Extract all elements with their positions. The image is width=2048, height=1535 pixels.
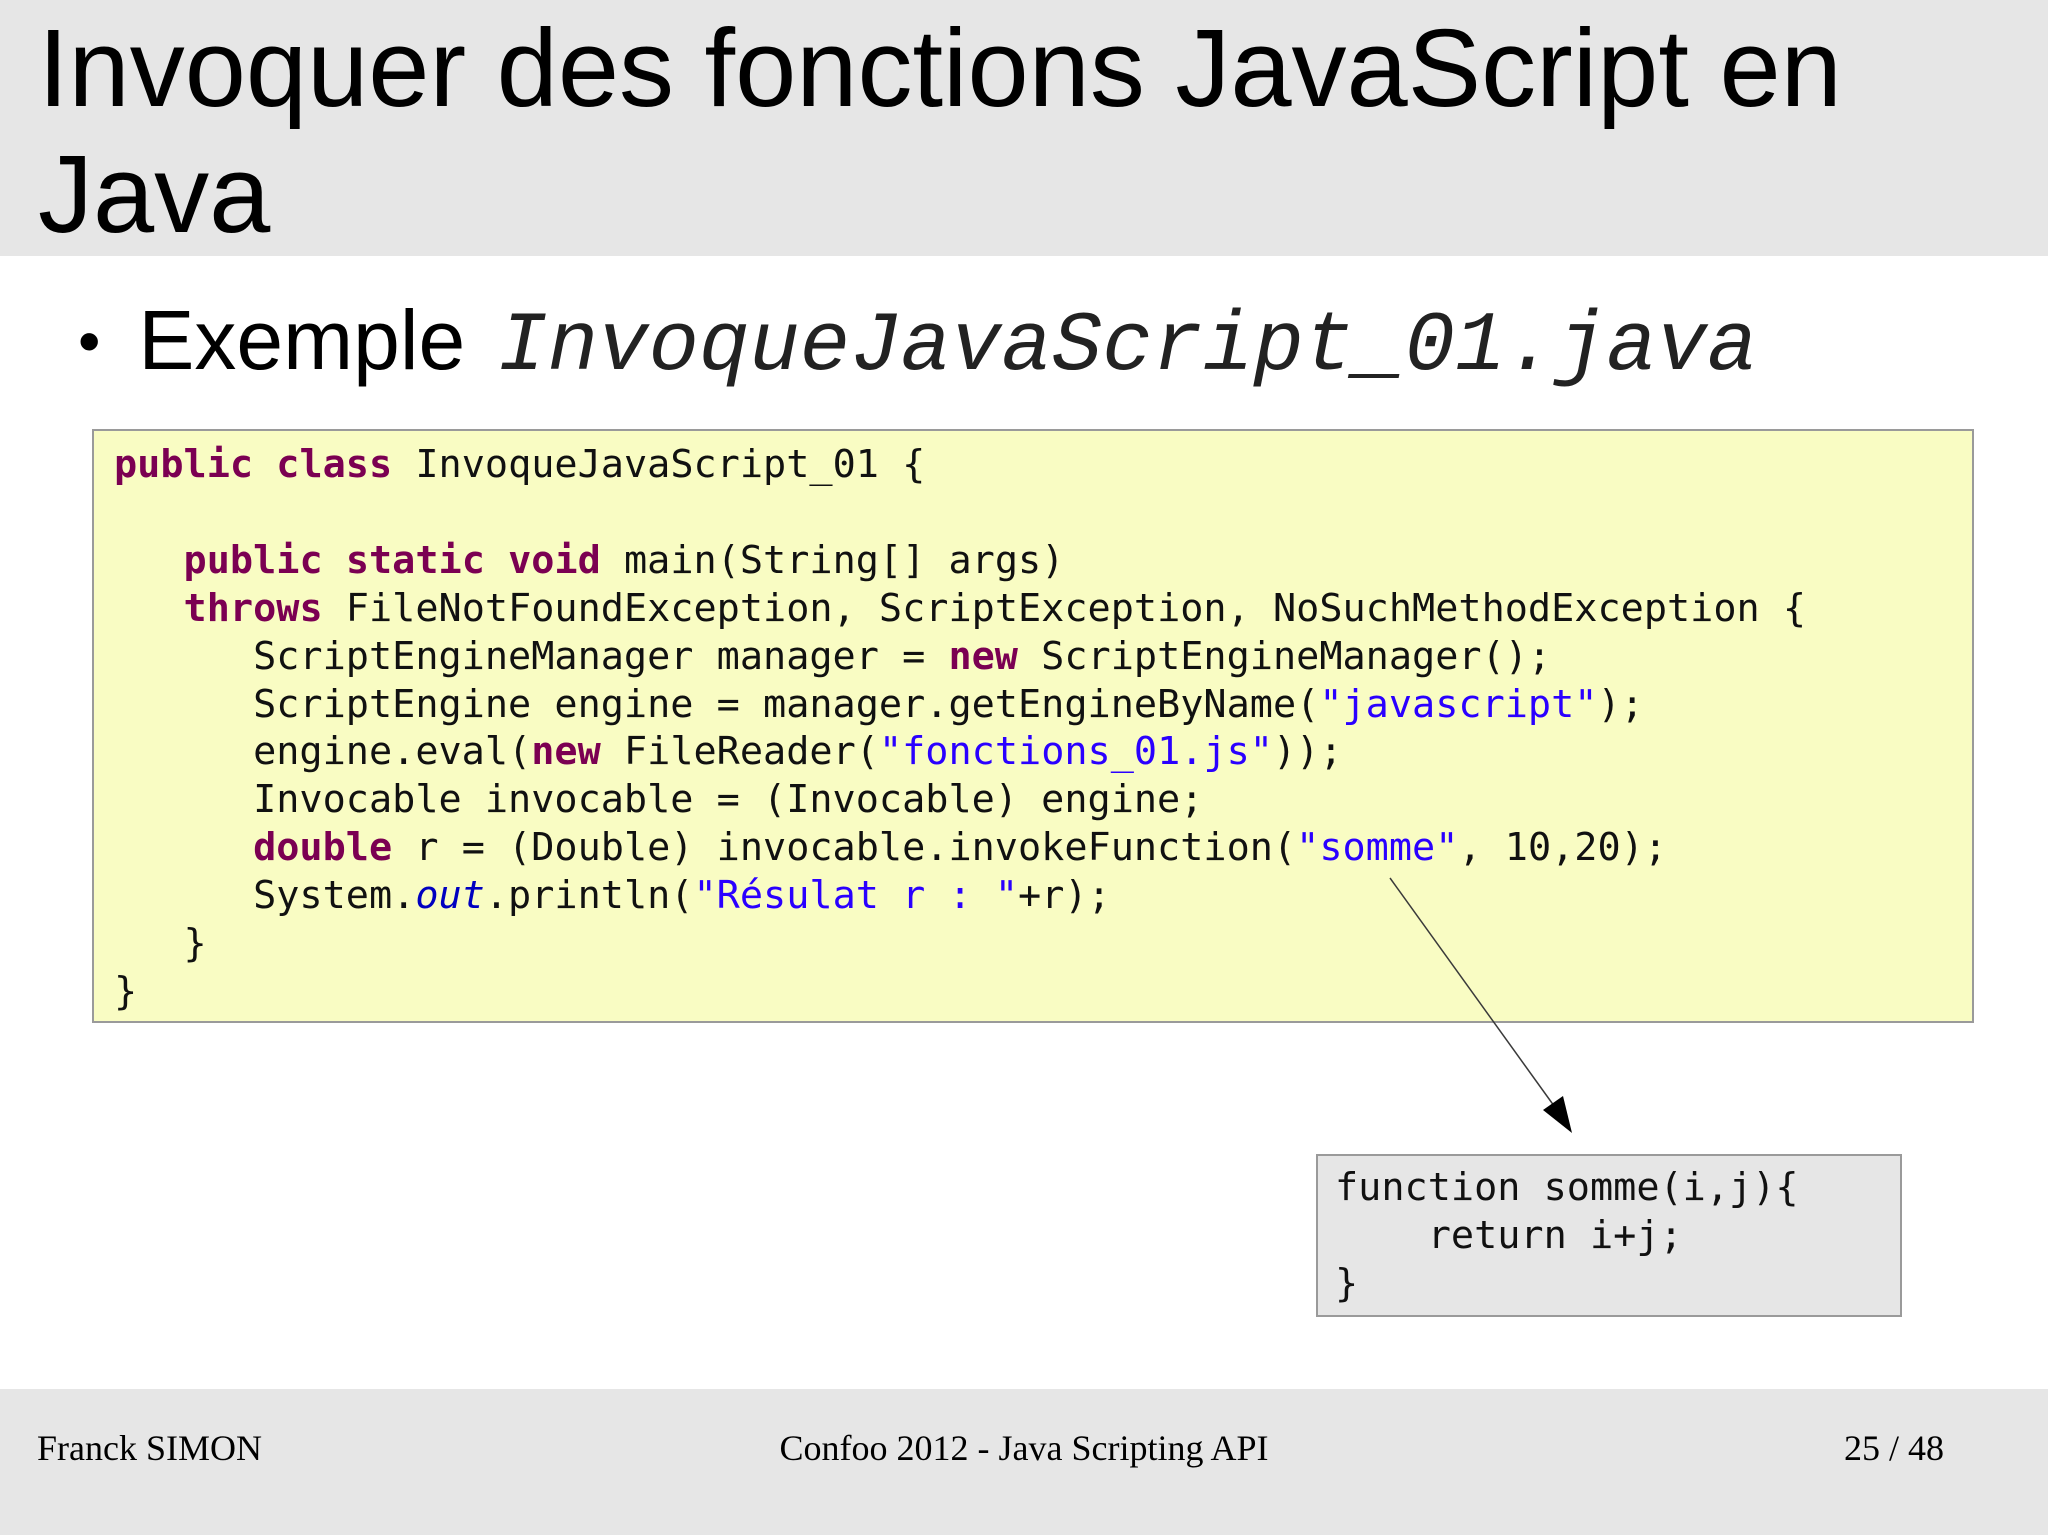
footer-event: Confoo 2012 - Java Scripting API: [779, 1428, 1269, 1468]
page-number: 25 / 48: [1843, 1428, 1944, 1468]
footer: Franck SIMON Confoo 2012 - Java Scriptin…: [0, 1389, 2048, 1535]
js-code-block: function somme(i,j){ return i+j; }: [1316, 1154, 1902, 1317]
arrow-head-icon: [1543, 1096, 1572, 1133]
js-line-1: function somme(i,j){: [1335, 1165, 1799, 1210]
js-line-2: return i+j;: [1335, 1213, 1683, 1258]
js-code: function somme(i,j){ return i+j; }: [1335, 1164, 1799, 1308]
arrow-line: [1389, 877, 1558, 1111]
js-line-3: }: [1335, 1261, 1359, 1306]
